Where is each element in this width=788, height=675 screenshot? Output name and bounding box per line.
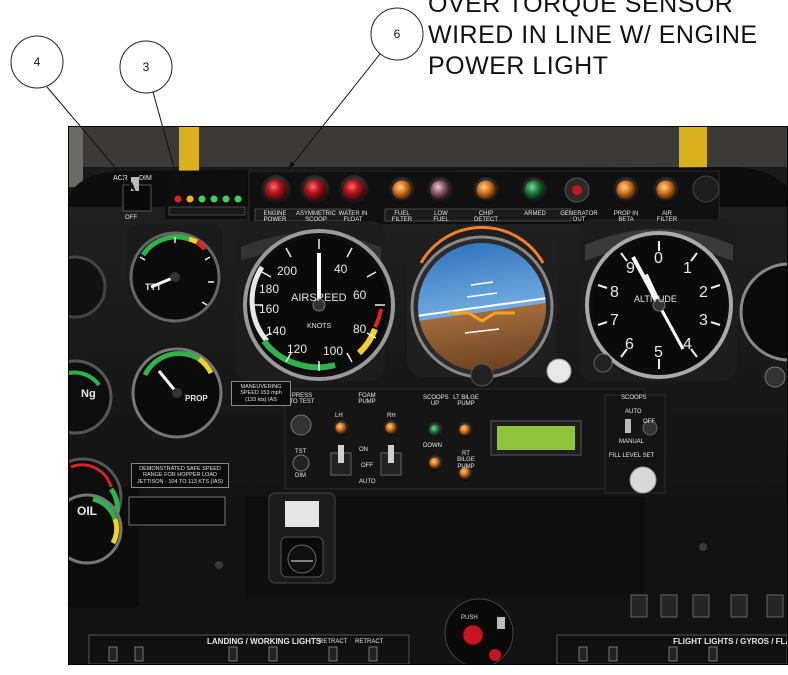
scoops-label: SCOOPS (621, 395, 647, 401)
magnetic-compass (280, 536, 324, 578)
altimeter-title: ALTITUDE (634, 294, 677, 304)
annunciator-engine-power-light (261, 175, 291, 205)
altimeter-mark-4: 4 (683, 336, 692, 353)
airspeed-mark-200: 200 (277, 264, 298, 278)
maneuvering-speed-placard: MANEUVERING SPEED 153 mph (133 kts) IAS (231, 381, 291, 406)
altimeter-mark-6: 6 (625, 336, 634, 353)
label-engine-power: ENGINE POWER (263, 211, 287, 224)
ng-gauge-label: Ng (81, 388, 96, 400)
torque-sensor-annotation: OVER TORQUE SENSOR WIRED IN LINE W/ ENGI… (428, 0, 758, 82)
altimeter-mark-0: 0 (654, 250, 663, 267)
annunciator-armed-light (521, 177, 547, 203)
down-label: DOWN (423, 443, 442, 449)
label-generator-out: GENERATOR OUT (560, 211, 598, 224)
lh-label: LH (335, 413, 343, 419)
instrument-panel-photo: ACR DIM OFF ENGINE POWER ASYMMETRIC SCOO… (68, 126, 788, 665)
oil-gauge-label: OIL (77, 504, 97, 518)
retract-label-1: RETRACT (319, 639, 348, 645)
press-to-test-knob (290, 414, 312, 436)
altimeter-mark-5: 5 (654, 344, 663, 361)
callout-number-4: 4 (33, 55, 41, 69)
annunciator-fuel-filter-light (389, 177, 415, 203)
annunciator-chip-detect-light (473, 177, 499, 203)
fill-level-set-label: FILL LEVEL SET (609, 453, 655, 459)
label-chip-detect: CHIP DETECT (474, 211, 498, 224)
annunciator-low-fuel-light (427, 177, 453, 203)
rh-label: RH (387, 413, 396, 419)
altimeter-mark-8: 8 (610, 284, 619, 301)
annotation-line-1: OVER TORQUE SENSOR (428, 0, 734, 18)
lt-bilge-pump-label: LT BILGE PUMP (453, 395, 479, 408)
torque-gauge-label: TTT (145, 282, 162, 292)
off-label: OFF (361, 463, 373, 469)
attitude-indicator (407, 225, 557, 387)
callout-number-6: 6 (393, 27, 401, 41)
airspeed-title: AIRSPEED (291, 292, 347, 304)
altimeter-mark-7: 7 (610, 312, 619, 329)
altimeter-mark-9: 9 (626, 260, 635, 277)
airspeed-mark-160: 160 (259, 302, 280, 316)
label-prop-in-beta: PROP IN BETA (613, 211, 639, 224)
airspeed-mark-140: 140 (266, 324, 287, 338)
on-label: ON (359, 447, 368, 453)
annotation-line-3: POWER LIGHT (428, 52, 609, 80)
retract-label-2: RETRACT (355, 639, 384, 645)
rt-bilge-pump-label: RT BILGE PUMP (457, 451, 475, 470)
callout-number-3: 3 (142, 60, 150, 74)
airspeed-mark-180: 180 (259, 282, 280, 296)
altimeter-mark-3: 3 (699, 312, 708, 329)
scoops-up-label: SCOOPS UP (423, 395, 449, 408)
off-switch-label: OFF (125, 215, 137, 221)
airspeed-mark-40: 40 (334, 262, 348, 276)
label-fuel-filter: FUEL FILTER (391, 211, 413, 224)
label-air-filter: AIR FILTER (656, 211, 678, 224)
scoops-auto-label: AUTO (625, 409, 642, 415)
press-to-test-label: PRESS TO TEST (289, 393, 315, 406)
annunciator-prop-in-beta-light (613, 177, 639, 203)
altimeter-mark-2: 2 (699, 284, 708, 301)
airspeed-mark-120: 120 (287, 342, 308, 356)
prop-gauge-label: PROP (185, 394, 208, 403)
foam-pump-label: FOAM PUMP (358, 393, 376, 406)
hopper-jettison-placard: DEMONSTRATED SAFE SPEED RANGE FOR HOPPER… (131, 463, 229, 488)
landing-lights-bar-label: LANDING / WORKING LIGHTS (207, 637, 322, 646)
airspeed-mark-100: 100 (323, 344, 344, 358)
annunciator-air-filter-light (653, 177, 679, 203)
airspeed-mark-80: 80 (353, 322, 367, 336)
dim-switch-label: DIM (139, 175, 152, 182)
annunciator-generator-out-light (564, 177, 590, 203)
label-water-in-float: WATER IN FLOAT (338, 211, 368, 224)
auto-label: AUTO (359, 479, 376, 485)
acr-switch-label: ACR (113, 175, 128, 182)
fill-level-knob (629, 466, 657, 494)
push-button-cluster (444, 598, 514, 664)
tst-label: TST (295, 449, 307, 455)
annunciator-water-in-float-light (339, 175, 369, 205)
airspeed-units: KNOTS (307, 323, 332, 330)
altimeter-mark-1: 1 (683, 260, 692, 277)
annunciator-asymmetric-scoop-light (300, 175, 330, 205)
annotation-line-2: WIRED IN LINE W/ ENGINE (428, 21, 758, 49)
annunciator-blank-plug (692, 175, 720, 203)
scoops-off-label: OFF (643, 419, 655, 425)
torque-gauge (127, 225, 223, 329)
airspeed-mark-60: 60 (353, 288, 367, 302)
label-low-fuel: LOW FUEL (433, 211, 449, 224)
dim-label: DIM (295, 473, 306, 479)
push-label: PUSH (461, 615, 478, 621)
flight-lights-bar-label: FLIGHT LIGHTS / GYROS / FLAPS (673, 637, 787, 646)
manual-label: MANUAL (619, 439, 645, 445)
prop-rpm-gauge (131, 347, 223, 439)
label-asymmetric-scoop: ASYMMETRIC SCOOP (295, 211, 336, 224)
pull-to-cage-knob (546, 358, 572, 384)
label-armed: ARMED (524, 211, 546, 217)
